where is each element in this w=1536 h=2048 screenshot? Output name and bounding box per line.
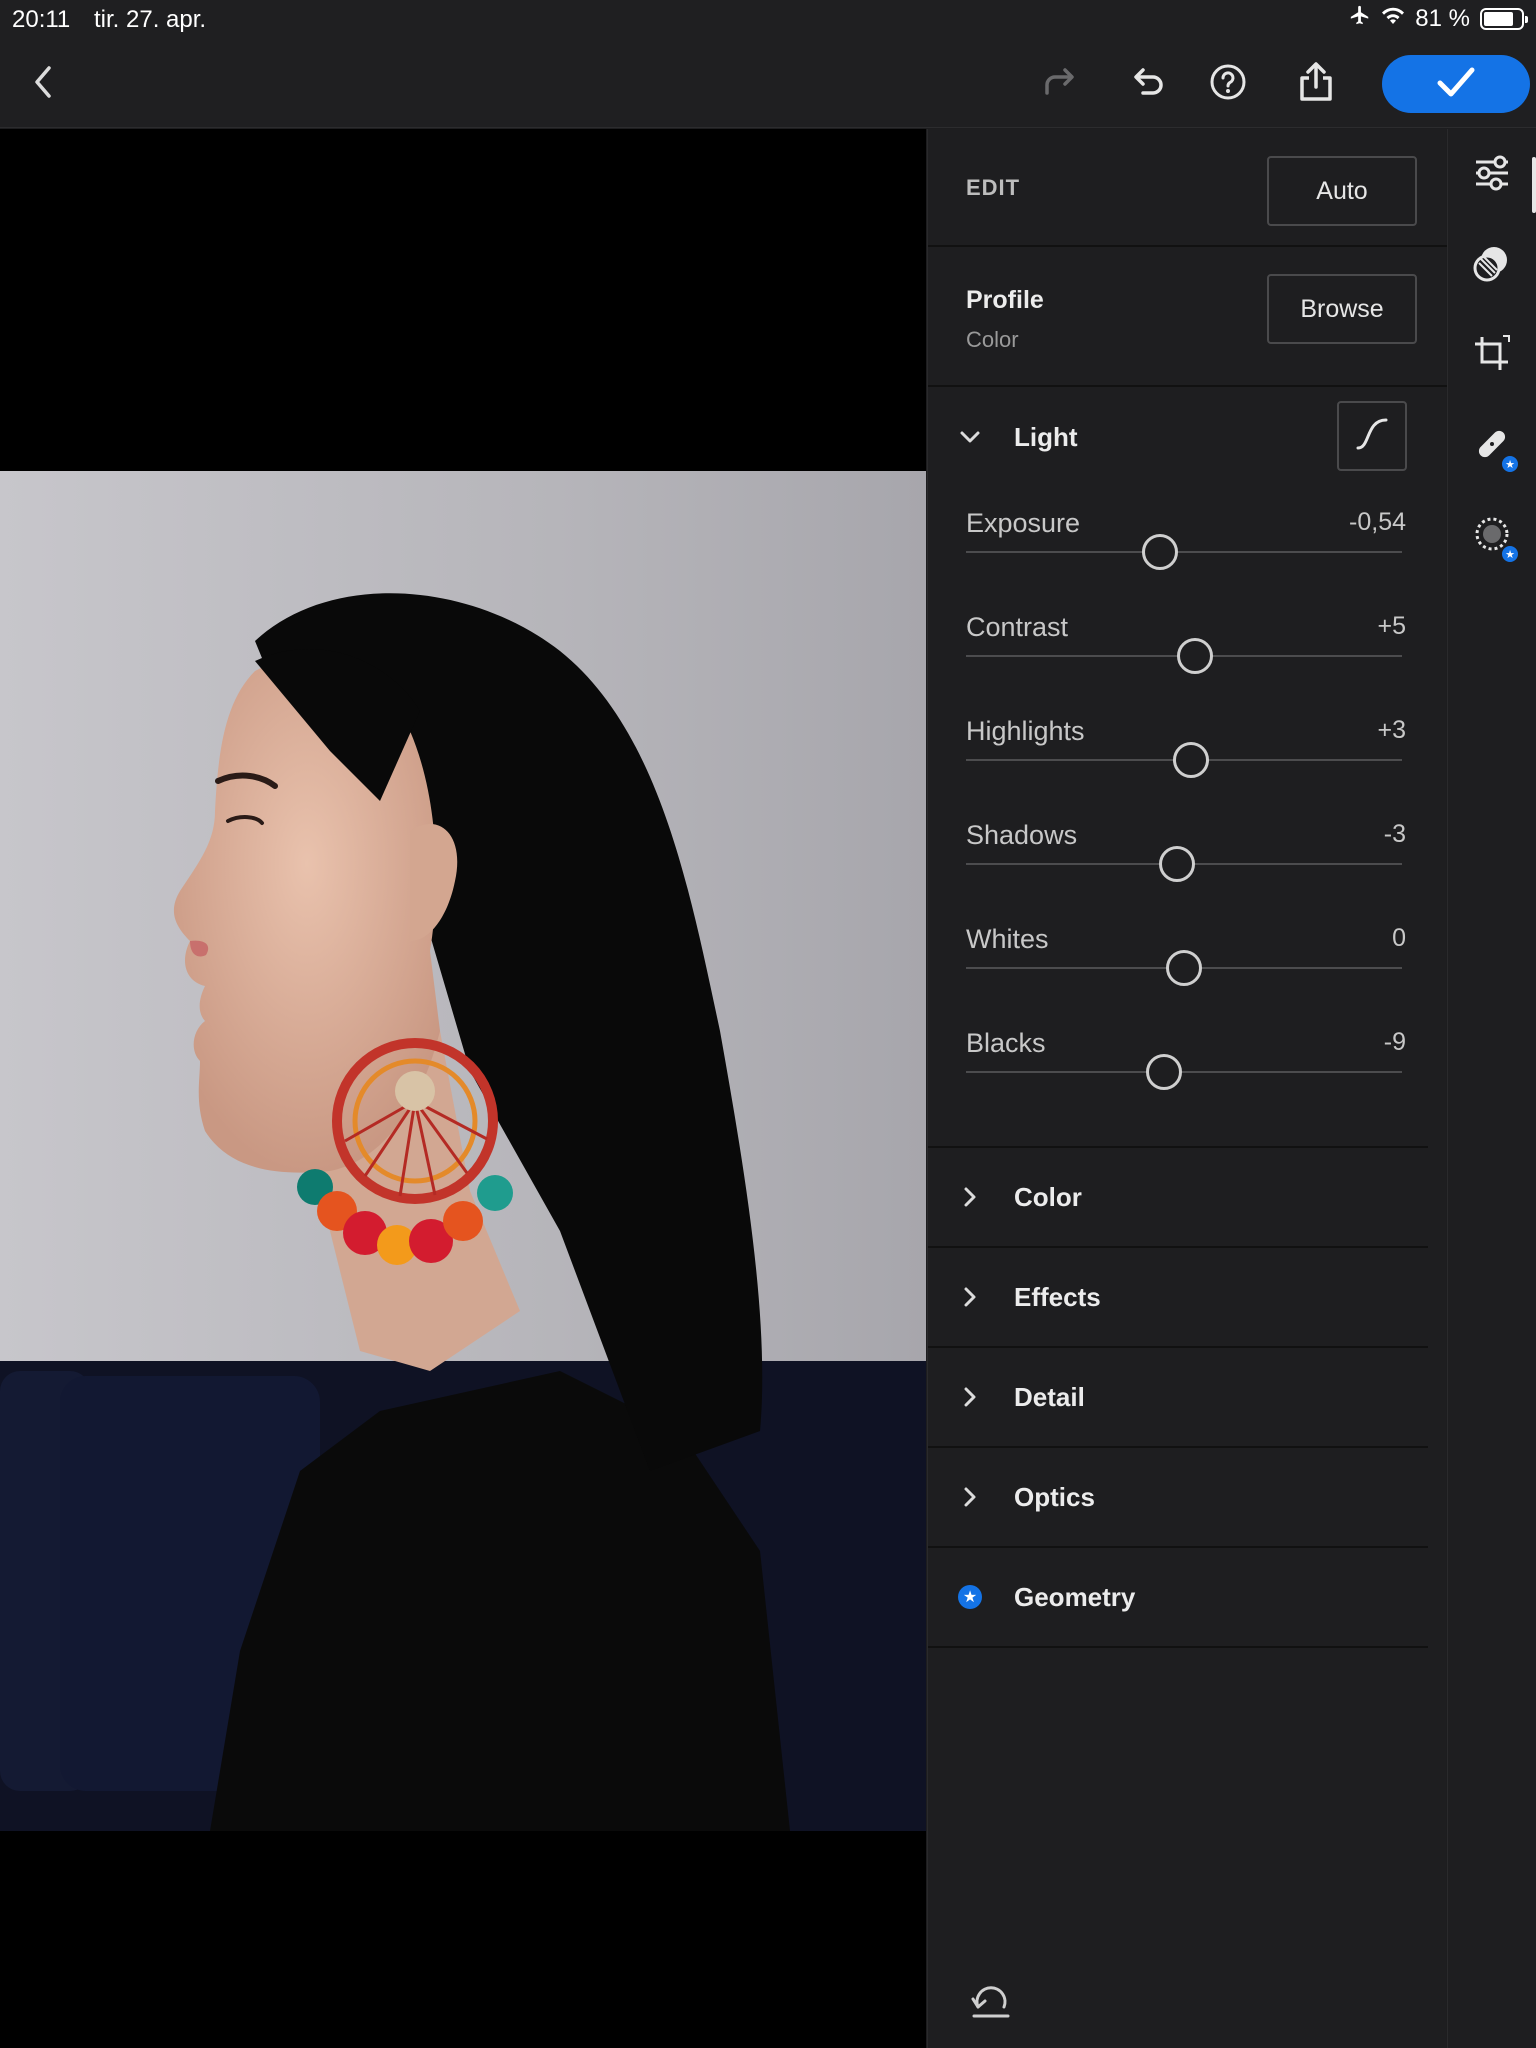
- share-icon: [1297, 61, 1335, 108]
- chevron-right-icon: [958, 1285, 982, 1309]
- slider-blacks: Blacks -9: [966, 1028, 1406, 1132]
- slider-shadows: Shadows -3: [966, 820, 1406, 924]
- slider-thumb[interactable]: [1159, 846, 1196, 882]
- divider: [928, 1646, 1428, 1648]
- optics-section-header[interactable]: Optics: [928, 1447, 1428, 1547]
- slider-label: Highlights: [966, 716, 1085, 746]
- geometry-section-header[interactable]: ★ Geometry: [928, 1547, 1428, 1647]
- undo-icon: [1129, 67, 1167, 102]
- profile-title: Profile: [966, 286, 1044, 314]
- premium-star-icon: ★: [1500, 544, 1520, 564]
- battery-icon: [1480, 7, 1528, 30]
- auto-button[interactable]: Auto: [1267, 156, 1417, 226]
- status-right: 81 %: [1349, 4, 1528, 33]
- slider-value[interactable]: +5: [1377, 612, 1406, 641]
- browse-button[interactable]: Browse: [1267, 274, 1417, 344]
- wifi-icon: [1381, 5, 1405, 33]
- slider-thumb[interactable]: [1142, 534, 1179, 570]
- premium-star-icon: ★: [1500, 454, 1520, 474]
- reset-icon: [970, 1985, 1010, 2024]
- color-section-label: Color: [1014, 1181, 1082, 1212]
- status-time: 20:11: [12, 6, 71, 33]
- reset-button[interactable]: [968, 1982, 1012, 2026]
- chevron-left-icon: [29, 64, 59, 105]
- checkmark-icon: [1436, 66, 1476, 103]
- slider-value[interactable]: -9: [1384, 1028, 1406, 1057]
- slider-contrast: Contrast +5: [966, 612, 1406, 716]
- sliders-icon: [1472, 155, 1512, 196]
- slider-value[interactable]: +3: [1377, 716, 1406, 745]
- done-button[interactable]: [1382, 55, 1530, 113]
- optics-section-label: Optics: [1014, 1481, 1095, 1512]
- status-bar: 20:11 tir. 27. apr. 81 %: [0, 0, 1536, 40]
- geometry-section-label: Geometry: [1014, 1581, 1136, 1612]
- help-button[interactable]: [1198, 40, 1258, 128]
- presets-icon: [1472, 244, 1512, 289]
- rail-active-indicator: [1532, 157, 1536, 213]
- panel-title: EDIT: [966, 175, 1021, 200]
- color-section-header[interactable]: Color: [928, 1147, 1428, 1247]
- slider-label: Exposure: [966, 508, 1081, 538]
- slider-thumb[interactable]: [1166, 950, 1202, 986]
- chevron-down-icon: [958, 425, 982, 449]
- slider-thumb[interactable]: [1172, 742, 1209, 778]
- edit-tool-button[interactable]: [1468, 151, 1516, 199]
- light-section-label: Light: [1014, 421, 1078, 452]
- photo-canvas[interactable]: [0, 129, 926, 2048]
- top-toolbar: [0, 40, 1536, 128]
- slider-value[interactable]: -3: [1384, 820, 1406, 849]
- slider-exposure: Exposure -0,54: [966, 508, 1406, 612]
- slider-whites: Whites 0: [966, 924, 1406, 1028]
- slider-track[interactable]: [966, 1071, 1402, 1073]
- slider-label: Blacks: [966, 1028, 1046, 1058]
- presets-tool-button[interactable]: [1468, 242, 1516, 290]
- undo-button[interactable]: [1118, 40, 1178, 128]
- slider-label: Shadows: [966, 820, 1078, 850]
- back-button[interactable]: [14, 40, 74, 128]
- premium-star-icon: ★: [958, 1585, 982, 1609]
- status-date: tir. 27. apr.: [94, 6, 207, 33]
- photo-image: [0, 471, 926, 1831]
- slider-value[interactable]: 0: [1392, 924, 1406, 953]
- profile-value: Color: [966, 327, 1019, 352]
- redo-icon: [1041, 67, 1079, 102]
- help-icon: [1209, 63, 1247, 106]
- chevron-right-icon: [958, 1185, 982, 1209]
- chevron-right-icon: [958, 1485, 982, 1509]
- masking-tool-button[interactable]: ★: [1468, 512, 1520, 564]
- crop-icon: [1472, 334, 1512, 379]
- slider-thumb[interactable]: [1176, 638, 1213, 674]
- tone-curve-button[interactable]: [1337, 401, 1407, 471]
- battery-percent: 81 %: [1415, 4, 1470, 32]
- effects-section-label: Effects: [1014, 1281, 1101, 1312]
- slider-highlights: Highlights +3: [966, 716, 1406, 820]
- detail-section-header[interactable]: Detail: [928, 1347, 1428, 1447]
- slider-label: Contrast: [966, 612, 1069, 642]
- slider-value[interactable]: -0,54: [1349, 508, 1406, 537]
- slider-thumb[interactable]: [1146, 1054, 1183, 1090]
- airplane-icon: [1349, 4, 1371, 33]
- redo-button[interactable]: [1030, 40, 1090, 128]
- detail-section-label: Detail: [1014, 1381, 1085, 1412]
- healing-tool-button[interactable]: ★: [1468, 422, 1520, 474]
- chevron-right-icon: [958, 1385, 982, 1409]
- share-button[interactable]: [1286, 40, 1346, 128]
- crop-tool-button[interactable]: [1468, 332, 1516, 380]
- tone-curve-icon: [1352, 414, 1392, 459]
- effects-section-header[interactable]: Effects: [928, 1247, 1428, 1347]
- tool-rail: ★ ★: [1447, 129, 1536, 2048]
- edit-panel: EDIT Auto Profile Color Browse Light Exp…: [927, 129, 1447, 2048]
- slider-label: Whites: [966, 924, 1049, 954]
- slider-track[interactable]: [966, 551, 1402, 553]
- divider: [928, 245, 1447, 247]
